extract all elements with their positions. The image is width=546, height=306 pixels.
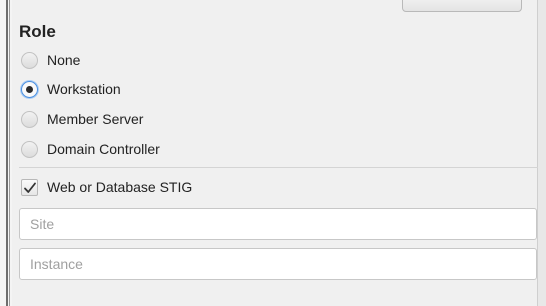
checkmark-icon — [24, 182, 36, 193]
radio-none-circle[interactable] — [21, 51, 38, 69]
radio-domain-controller-circle[interactable] — [21, 140, 38, 158]
site-input[interactable] — [19, 208, 537, 240]
stig-checkbox[interactable] — [21, 178, 38, 196]
stig-checkbox-label: Web or Database STIG — [47, 179, 193, 195]
radio-domain-controller-label: Domain Controller — [47, 141, 160, 157]
radio-workstation-circle[interactable] — [21, 80, 38, 98]
radio-member-server-circle[interactable] — [21, 110, 38, 128]
radio-none-label: None — [47, 52, 81, 68]
radio-role-domain-controller[interactable]: Domain Controller — [21, 138, 160, 160]
radio-member-server-label: Member Server — [47, 111, 144, 127]
radio-workstation-label: Workstation — [47, 81, 121, 97]
instance-input[interactable] — [19, 248, 537, 280]
top-button[interactable] — [402, 0, 522, 12]
left-window-edge — [0, 0, 12, 306]
radio-role-workstation[interactable]: Workstation — [21, 78, 121, 100]
role-heading: Role — [19, 22, 56, 41]
radio-role-member-server[interactable]: Member Server — [21, 108, 143, 130]
scrollbar[interactable] — [537, 0, 546, 306]
separator — [19, 167, 538, 168]
stig-checkbox-row[interactable]: Web or Database STIG — [21, 176, 192, 198]
radio-role-none[interactable]: None — [21, 49, 80, 71]
